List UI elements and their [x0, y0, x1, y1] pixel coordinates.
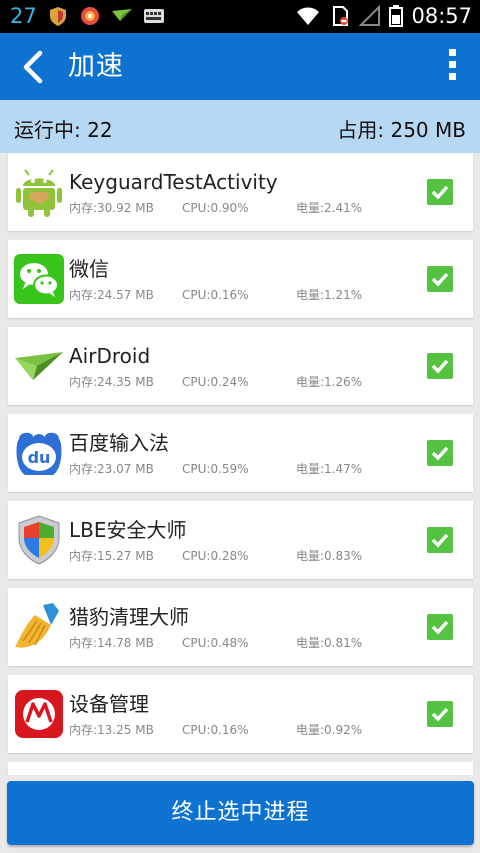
action-bar: 加速 [0, 33, 480, 100]
baidu-ime-icon: du [16, 432, 62, 475]
process-name: 设备管理 [69, 692, 149, 716]
process-cpu: CPU:0.24% [182, 375, 249, 389]
process-battery: 电量:2.41% [296, 201, 363, 215]
process-cpu: CPU:0.90% [182, 201, 249, 215]
notification-count: 27 [10, 4, 37, 28]
status-time: 08:57 [411, 4, 472, 28]
wechat-icon [14, 254, 64, 304]
keyboard-icon [143, 9, 164, 23]
broom-icon [15, 603, 59, 648]
process-item[interactable]: du 百度输入法 内存:23.07 MB CPU:0.59% 电量:1.47% [8, 414, 473, 492]
process-checkbox[interactable] [427, 266, 453, 292]
status-left-group: 27 [10, 4, 165, 28]
status-bar: 27 08:57 [0, 0, 480, 33]
process-battery: 电量:0.81% [296, 636, 363, 650]
process-item[interactable] [8, 762, 473, 775]
check-icon [431, 533, 449, 548]
process-battery: 电量:0.92% [296, 723, 363, 737]
process-item[interactable]: LBE安全大师 内存:15.27 MB CPU:0.28% 电量:0.83% [8, 501, 473, 579]
process-memory: 内存:15.27 MB [69, 549, 154, 563]
process-memory: 内存:14.78 MB [69, 636, 154, 650]
process-checkbox[interactable] [427, 179, 453, 205]
process-name: KeyguardTestActivity [69, 170, 278, 194]
check-icon [431, 620, 449, 635]
overflow-menu-icon[interactable] [442, 49, 462, 85]
summary-bar: 运行中: 22 占用: 250 MB [0, 100, 480, 153]
process-name: 猎豹清理大师 [69, 605, 189, 629]
process-cpu: CPU:0.59% [182, 462, 249, 476]
process-checkbox[interactable] [427, 527, 453, 553]
battery-icon [389, 5, 404, 27]
process-name: LBE安全大师 [69, 518, 187, 542]
page-title: 加速 [68, 51, 124, 82]
process-battery: 电量:0.83% [296, 549, 363, 563]
process-item[interactable]: 微信 内存:24.57 MB CPU:0.16% 电量:1.21% [8, 240, 473, 318]
process-name: 百度输入法 [69, 431, 169, 455]
process-cpu: CPU:0.16% [182, 723, 249, 737]
check-icon [431, 446, 449, 461]
process-checkbox[interactable] [427, 701, 453, 727]
process-memory: 内存:24.57 MB [69, 288, 154, 302]
process-memory: 内存:23.07 MB [69, 462, 154, 476]
process-item[interactable]: KeyguardTestActivity 内存:30.92 MB CPU:0.9… [8, 153, 473, 231]
process-cpu: CPU:0.48% [182, 636, 249, 650]
process-checkbox[interactable] [427, 440, 453, 466]
check-icon [431, 272, 449, 287]
shield-icon [49, 7, 66, 26]
process-battery: 电量:1.47% [296, 462, 363, 476]
antivirus-icon [80, 7, 99, 25]
process-item[interactable]: AirDroid 内存:24.35 MB CPU:0.24% 电量:1.26% [8, 327, 473, 405]
chevron-left-icon[interactable] [14, 47, 54, 87]
process-item[interactable]: 猎豹清理大师 内存:14.78 MB CPU:0.48% 电量:0.81% [8, 588, 473, 666]
process-battery: 电量:1.26% [296, 375, 363, 389]
process-name: 微信 [69, 257, 109, 281]
menu-dot [448, 73, 456, 80]
process-checkbox[interactable] [427, 353, 453, 379]
process-memory: 内存:24.35 MB [69, 375, 154, 389]
android-icon [16, 169, 62, 217]
lbe-shield-icon [18, 515, 60, 565]
process-battery: 电量:1.21% [296, 288, 363, 302]
airdroid-icon [111, 9, 132, 21]
process-cpu: CPU:0.16% [182, 288, 249, 302]
process-memory: 内存:13.25 MB [69, 723, 154, 737]
kill-selected-button[interactable]: 终止选中进程 [7, 781, 474, 845]
check-icon [431, 185, 449, 200]
no-sim-icon [333, 6, 349, 26]
wifi-icon [297, 7, 320, 25]
process-cpu: CPU:0.28% [182, 549, 249, 563]
check-icon [431, 359, 449, 374]
svg-text:du: du [28, 448, 51, 467]
process-memory: 内存:30.92 MB [69, 201, 154, 215]
process-item[interactable]: 设备管理 内存:13.25 MB CPU:0.16% 电量:0.92% [8, 675, 473, 753]
signal-icon [359, 5, 381, 26]
memory-used: 占用: 250 MB [337, 118, 466, 142]
process-name: AirDroid [69, 344, 151, 368]
airdroid-icon [15, 352, 63, 380]
running-count: 运行中: 22 [14, 118, 113, 142]
status-right-group: 08:57 [295, 4, 472, 28]
motorola-icon [15, 690, 63, 738]
process-checkbox[interactable] [427, 614, 453, 640]
menu-dot [448, 49, 456, 56]
process-list[interactable]: KeyguardTestActivity 内存:30.92 MB CPU:0.9… [0, 153, 480, 775]
menu-dot [448, 61, 456, 68]
check-icon [431, 707, 449, 722]
